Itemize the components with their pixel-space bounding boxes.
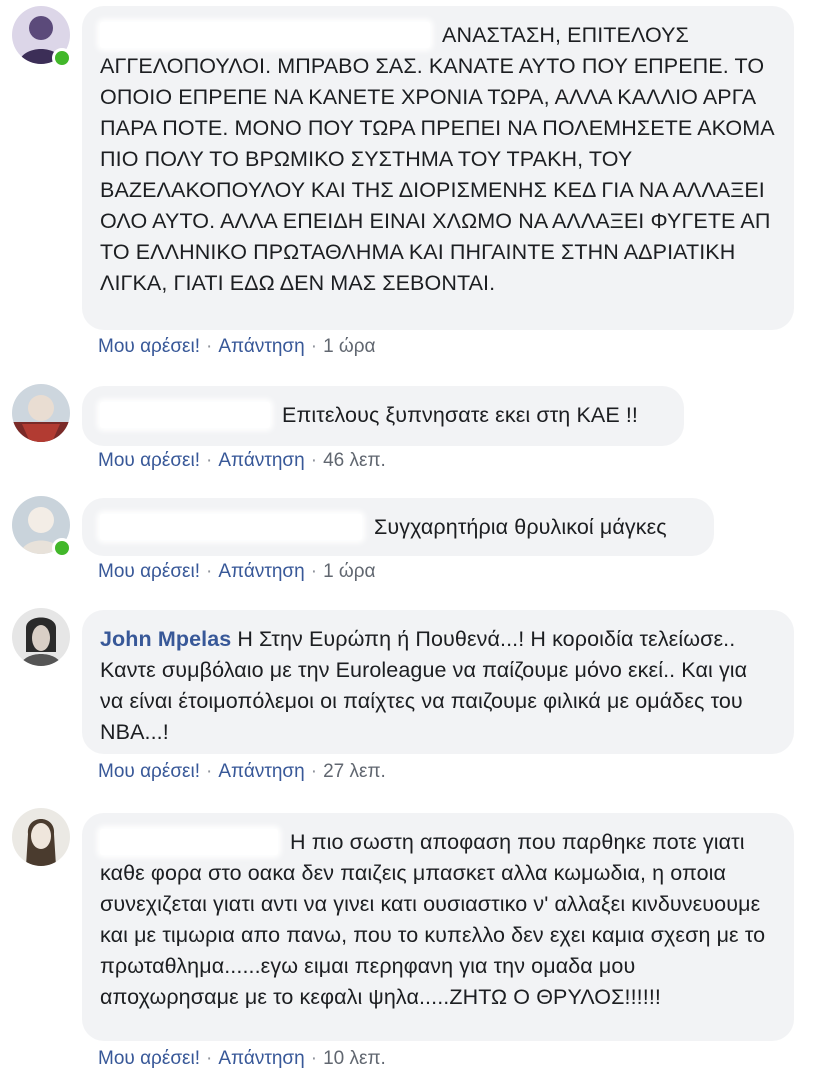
- avatar[interactable]: [12, 608, 70, 666]
- comment-bubble: ΑΝΑΣΤΑΣΗ, ΕΠΙΤΕΛΟΥΣ ΑΓΓΕΛΟΠΟΥΛΟΙ. ΜΠΡΑΒΟ…: [82, 6, 794, 330]
- reply-link[interactable]: Απάντηση: [218, 561, 304, 582]
- profile-photo-icon: [12, 808, 70, 866]
- like-link[interactable]: Μου αρέσει!: [98, 1048, 200, 1069]
- comment-bubble: John Mpelas Η Στην Ευρώπη ή Πουθενά...! Η…: [82, 610, 794, 754]
- comment-actions: Μου αρέσει! · Απάντηση · 10 λεπ.: [98, 1048, 386, 1070]
- comment-text: ΑΝΑΣΤΑΣΗ, ΕΠΙΤΕΛΟΥΣ ΑΓΓΕΛΟΠΟΥΛΟΙ. ΜΠΡΑΒΟ…: [100, 23, 774, 295]
- comment-actions: Μου αρέσει! · Απάντηση · 1 ώρα: [98, 561, 376, 583]
- comment-text: Η πιο σωστη αποφαση που παρθηκε ποτε για…: [100, 830, 766, 1009]
- separator: ·: [206, 450, 213, 471]
- separator: ·: [310, 561, 318, 582]
- reply-link[interactable]: Απάντηση: [218, 761, 304, 782]
- separator: ·: [310, 1048, 318, 1069]
- comment-text: Επιτελους ξυπνησατε εκει στη ΚΑΕ !!: [282, 403, 638, 427]
- like-link[interactable]: Μου αρέσει!: [98, 450, 200, 471]
- comment-actions: Μου αρέσει! · Απάντηση · 27 λεπ.: [98, 761, 386, 783]
- online-status-icon: [52, 538, 72, 558]
- avatar[interactable]: [12, 808, 70, 866]
- comment-text: Συγχαρητήρια θρυλικοί μάγκες: [374, 515, 667, 539]
- comment-author[interactable]: John Mpelas: [100, 627, 231, 651]
- redacted-author-name: [100, 22, 430, 48]
- redacted-author-name: [100, 402, 270, 428]
- separator: ·: [310, 336, 318, 357]
- comment-timestamp[interactable]: 46 λεπ.: [323, 450, 386, 471]
- reply-link[interactable]: Απάντηση: [218, 1048, 304, 1069]
- separator: ·: [206, 1048, 213, 1069]
- online-status-icon: [52, 48, 72, 68]
- comment-timestamp[interactable]: 10 λεπ.: [323, 1048, 386, 1069]
- separator: ·: [310, 450, 318, 471]
- like-link[interactable]: Μου αρέσει!: [98, 336, 200, 357]
- comment-timestamp[interactable]: 27 λεπ.: [323, 761, 386, 782]
- comment-actions: Μου αρέσει! · Απάντηση · 1 ώρα: [98, 336, 376, 358]
- profile-photo-icon: [12, 384, 70, 442]
- comment-bubble: Συγχαρητήρια θρυλικοί μάγκες: [82, 498, 714, 556]
- profile-photo-icon: [12, 608, 70, 666]
- separator: ·: [206, 336, 213, 357]
- redacted-author-name: [100, 829, 278, 855]
- comment-bubble: Επιτελους ξυπνησατε εκει στη ΚΑΕ !!: [82, 386, 684, 446]
- reply-link[interactable]: Απάντηση: [218, 450, 304, 471]
- like-link[interactable]: Μου αρέσει!: [98, 561, 200, 582]
- comment-timestamp[interactable]: 1 ώρα: [323, 336, 375, 357]
- redacted-author-name: [100, 514, 362, 540]
- separator: ·: [206, 561, 213, 582]
- comment-actions: Μου αρέσει! · Απάντηση · 46 λεπ.: [98, 450, 386, 472]
- like-link[interactable]: Μου αρέσει!: [98, 761, 200, 782]
- separator: ·: [206, 761, 213, 782]
- avatar[interactable]: [12, 384, 70, 442]
- comment-bubble: Η πιο σωστη αποφαση που παρθηκε ποτε για…: [82, 813, 794, 1041]
- reply-link[interactable]: Απάντηση: [218, 336, 304, 357]
- separator: ·: [310, 761, 318, 782]
- comment-timestamp[interactable]: 1 ώρα: [323, 561, 375, 582]
